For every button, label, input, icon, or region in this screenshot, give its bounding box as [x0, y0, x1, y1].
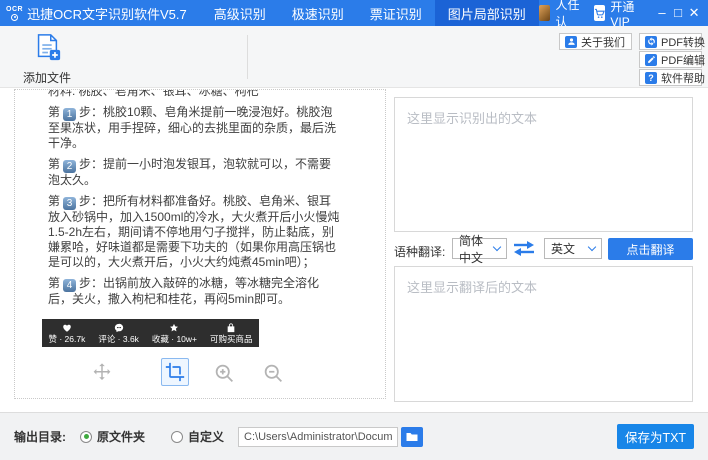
doc-step-4: 第4步：出锅前放入敲碎的冰糖，等冰糖完全溶化后，关火，撒入枸杞和桂花，再闷5mi… — [48, 276, 342, 307]
swap-languages-button[interactable] — [512, 241, 536, 261]
doc-ingredients-line: 材料: 桃胶、皂角米、银耳、冰糖、枸杞 — [48, 89, 342, 99]
lens-icon — [11, 14, 18, 21]
output-directory-label: 输出目录: — [14, 428, 66, 445]
add-file-button[interactable]: 添加文件 — [16, 32, 78, 86]
save-as-txt-button[interactable]: 保存为TXT — [617, 424, 694, 449]
radio-original-folder[interactable] — [80, 431, 92, 443]
help-button[interactable]: ? 软件帮助 — [639, 69, 702, 86]
radio-custom-folder-label[interactable]: 自定义 — [188, 428, 224, 445]
zoom-out-icon — [263, 363, 284, 384]
output-path-input[interactable] — [238, 427, 398, 447]
open-vip-label[interactable]: 开通VIP — [610, 0, 642, 29]
star-icon — [169, 323, 179, 333]
stat-favorites: 收藏 · 10w+ — [152, 323, 197, 344]
translated-text-area[interactable] — [394, 266, 693, 402]
pdf-convert-button[interactable]: PDF转换 — [639, 33, 702, 50]
target-language-value: 英文 — [551, 240, 575, 257]
radio-original-folder-label[interactable]: 原文件夹 — [97, 428, 145, 445]
source-language-select[interactable]: 简体中文 — [452, 238, 507, 259]
pan-tool-button[interactable] — [91, 362, 113, 384]
crop-icon — [165, 362, 185, 382]
folder-icon — [406, 432, 418, 442]
stat-comments: 评论 · 3.6k — [98, 323, 139, 344]
add-file-label: 添加文件 — [16, 69, 78, 86]
doc-step-1: 第1步：桃胶10颗、皂角米提前一晚浸泡好。桃胶泡至果冻状，用手捏碎，细心的去挑里… — [48, 105, 342, 151]
maximize-button[interactable]: □ — [670, 0, 686, 26]
pencil-icon — [645, 54, 657, 66]
about-us-label: 关于我们 — [581, 34, 625, 50]
heart-icon — [62, 323, 72, 333]
app-logo-icon: OCR — [6, 6, 23, 21]
add-file-icon — [32, 32, 62, 62]
tab-advanced-ocr[interactable]: 高级识别 — [201, 0, 279, 26]
doc-step-3: 第3步：把所有材料都准备好。桃胶、皂角米、银耳放入砂锅中，加入1500ml的冷水… — [48, 194, 342, 270]
stat-goods: 可购买商品 — [210, 323, 253, 344]
step-2-badge: 2 — [63, 160, 76, 173]
chevron-down-icon — [493, 243, 501, 251]
toolbar: 添加文件 关于我们 PDF转换 PDF编辑 ? 软件帮助 — [0, 26, 708, 88]
radio-custom-folder[interactable] — [171, 431, 183, 443]
bag-icon — [226, 323, 236, 333]
cart-icon[interactable] — [594, 5, 606, 21]
step-4-badge: 4 — [63, 279, 76, 292]
pdf-convert-label: PDF转换 — [661, 34, 705, 50]
app-title: 迅捷OCR文字识别软件V5.7 — [27, 4, 187, 23]
toolbar-divider — [247, 35, 248, 79]
output-directory-bar: 输出目录: 原文件夹 自定义 保存为TXT — [0, 412, 708, 460]
comment-icon — [114, 323, 124, 333]
move-icon — [91, 362, 113, 384]
pdf-edit-label: PDF编辑 — [661, 52, 705, 68]
sync-icon — [645, 36, 657, 48]
swap-icon — [512, 241, 536, 256]
user-icon — [565, 36, 577, 48]
crop-tool-button[interactable] — [161, 358, 189, 386]
browse-folder-button[interactable] — [401, 427, 423, 447]
document-preview-text: 材料: 桃胶、皂角米、银耳、冰糖、枸杞 第1步：桃胶10颗、皂角米提前一晚浸泡好… — [48, 89, 342, 313]
stat-likes: 赞 · 26.7k — [48, 323, 85, 344]
document-viewer[interactable]: 材料: 桃胶、皂角米、银耳、冰糖、枸杞 第1步：桃胶10颗、皂角米提前一晚浸泡好… — [14, 89, 386, 399]
step-1-badge: 1 — [63, 108, 76, 121]
zoom-in-icon — [214, 363, 235, 384]
zoom-in-tool-button[interactable] — [213, 362, 235, 384]
step-3-badge: 3 — [63, 197, 76, 210]
social-stats-bar: 赞 · 26.7k 评论 · 3.6k 收藏 · 10w+ 可购买商品 — [42, 319, 259, 347]
doc-step-2: 第2步：提前一小时泡发银耳，泡软就可以，不需要泡太久。 — [48, 157, 342, 188]
logo-text: OCR — [6, 6, 23, 13]
minimize-button[interactable]: – — [654, 0, 670, 26]
source-language-value: 简体中文 — [459, 232, 490, 266]
language-translate-label: 语种翻译: — [394, 243, 445, 260]
target-language-select[interactable]: 英文 — [544, 238, 602, 259]
avatar[interactable] — [539, 5, 551, 21]
zoom-out-tool-button[interactable] — [262, 362, 284, 384]
pdf-edit-button[interactable]: PDF编辑 — [639, 51, 702, 68]
tab-image-partial-ocr[interactable]: 图片局部识别 — [435, 0, 539, 26]
translate-button[interactable]: 点击翻译 — [608, 238, 693, 260]
chevron-down-icon — [588, 243, 596, 251]
titlebar: OCR 迅捷OCR文字识别软件V5.7 高级识别 极速识别 票证识别 图片局部识… — [0, 0, 708, 26]
about-us-button[interactable]: 关于我们 — [559, 33, 632, 50]
question-icon: ? — [645, 72, 657, 84]
tab-fast-ocr[interactable]: 极速识别 — [279, 0, 357, 26]
tab-ticket-ocr[interactable]: 票证识别 — [357, 0, 435, 26]
close-button[interactable]: ✕ — [686, 0, 702, 26]
recognized-text-area[interactable] — [394, 97, 693, 232]
help-label: 软件帮助 — [661, 70, 705, 86]
tab-bar: 高级识别 极速识别 票证识别 图片局部识别 — [201, 0, 539, 26]
